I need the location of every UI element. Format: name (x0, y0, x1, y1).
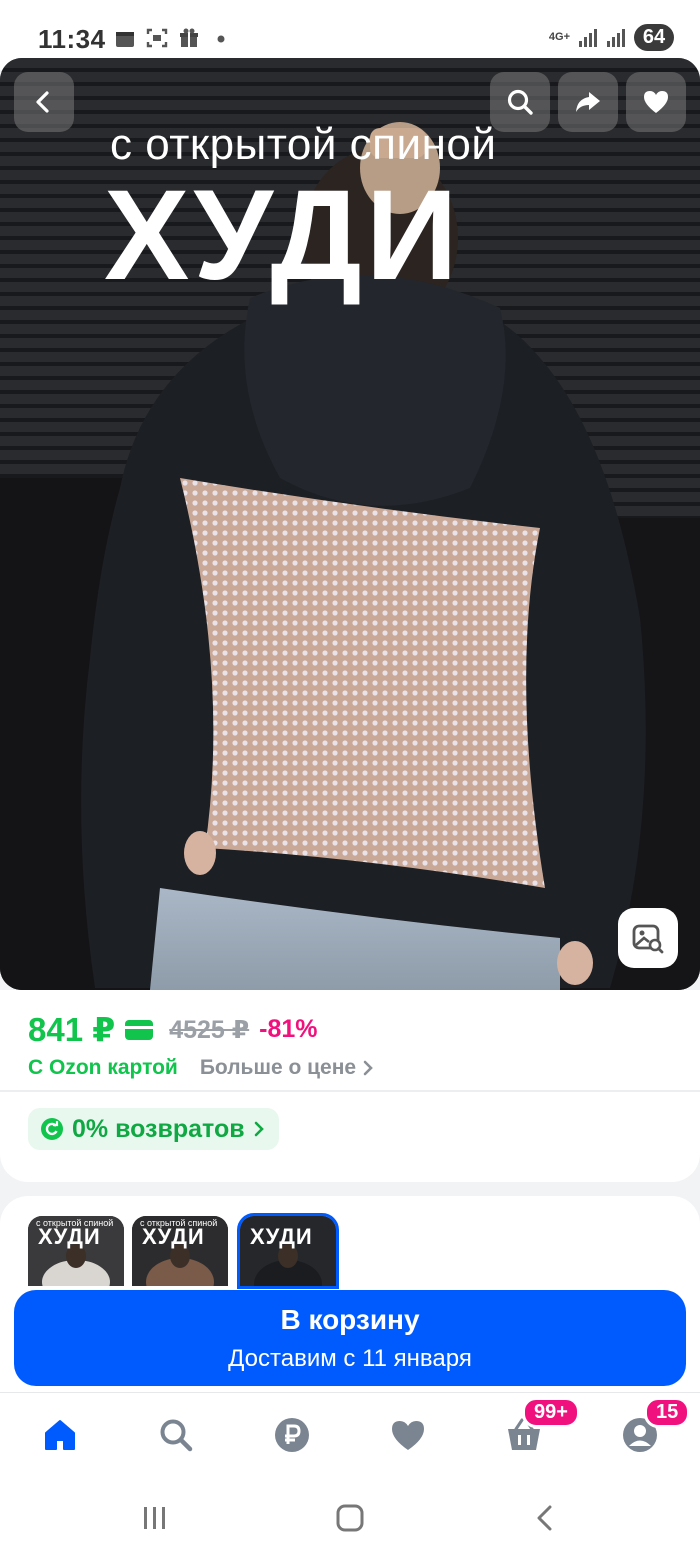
battery-indicator: 64 (634, 24, 674, 51)
share-button[interactable] (558, 72, 618, 132)
nav-profile[interactable]: 15 (616, 1397, 691, 1459)
product-page: 11:34 4G+ 64 с открытой спиной ХУДИ 841 … (0, 0, 700, 1556)
status-right: 4G+ 64 (549, 24, 674, 51)
signal-icon (579, 28, 597, 47)
back-icon (537, 1505, 552, 1531)
price-row: 841 ₽ 4525 ₽ -81% (28, 1010, 318, 1049)
image-search-button[interactable] (618, 908, 678, 968)
dot-icon (217, 35, 225, 43)
nav-cart[interactable]: 99+ (500, 1397, 580, 1459)
screenshot-icon (146, 28, 168, 48)
thumbnail-caption-big: ХУДИ (142, 1224, 205, 1249)
thumbnail-1[interactable]: с открытой спиной ХУДИ (28, 1216, 124, 1286)
home-button[interactable] (330, 1498, 370, 1538)
nav-home[interactable] (36, 1411, 84, 1459)
returns-icon (41, 1118, 63, 1140)
back-button[interactable] (14, 72, 74, 132)
returns-label: 0% возвратов (72, 1114, 245, 1143)
bottom-navigation: 99+ 15 (0, 1392, 700, 1476)
thumbnail-caption-big: ХУДИ (250, 1224, 313, 1249)
thumbnail-2[interactable]: с открытой спиной ХУДИ (132, 1216, 228, 1286)
gift-icon (180, 28, 198, 47)
search-icon (160, 1419, 193, 1452)
nav-finance[interactable] (268, 1411, 316, 1459)
back-icon (36, 91, 49, 113)
cart-badge: 99+ (522, 1397, 580, 1428)
signal-icon-2 (607, 28, 625, 47)
system-navigation (0, 1476, 700, 1556)
share-icon (576, 92, 600, 112)
status-left-icons (114, 27, 232, 49)
divider (0, 1090, 700, 1092)
ruble-icon (275, 1418, 309, 1452)
hero-caption-big: ХУДИ (104, 164, 462, 307)
price-old: 4525 ₽ (169, 1015, 250, 1044)
more-about-price-label: Больше о цене (199, 1056, 357, 1079)
nav-favorites[interactable] (384, 1411, 432, 1459)
add-to-cart-button[interactable]: В корзину Доставим с 11 января (14, 1290, 686, 1386)
search-button[interactable] (490, 72, 550, 132)
heart-icon (644, 91, 668, 113)
returns-chip[interactable]: 0% возвратов (28, 1108, 279, 1150)
chevron-right-icon (254, 1121, 264, 1137)
image-search-icon (632, 924, 664, 954)
back-button[interactable] (526, 1498, 566, 1538)
product-image[interactable]: с открытой спиной ХУДИ (0, 58, 700, 990)
ozon-card-label: С Ozon картой (28, 1056, 178, 1079)
price-discount: -81% (259, 1015, 318, 1043)
heart-icon (392, 1421, 424, 1450)
more-about-price-link[interactable]: Больше о цене (200, 1056, 374, 1080)
ozon-card-icon (125, 1019, 154, 1040)
price-current: 841 ₽ (28, 1011, 116, 1048)
price-card: 841 ₽ 4525 ₽ -81% С Ozon картой Больше о… (0, 990, 700, 1182)
ozon-card-row: С Ozon картой Больше о цене (28, 1056, 374, 1080)
calendar-icon (116, 32, 134, 47)
network-label: 4G+ (548, 31, 570, 43)
recents-button[interactable] (134, 1498, 174, 1538)
search-icon (507, 89, 533, 115)
add-to-cart-label: В корзину (280, 1304, 420, 1335)
thumbnail-caption-big: ХУДИ (38, 1224, 101, 1249)
profile-badge: 15 (644, 1397, 691, 1428)
home-icon (336, 1504, 364, 1532)
nav-search[interactable] (152, 1411, 200, 1459)
recents-icon (144, 1507, 165, 1529)
status-time: 11:34 (38, 24, 106, 54)
thumbnail-3-selected[interactable]: ХУДИ (237, 1213, 339, 1289)
chevron-right-icon (363, 1060, 373, 1076)
favorite-button[interactable] (626, 72, 686, 132)
hero-caption-small: с открытой спиной (110, 120, 497, 169)
home-icon (45, 1420, 75, 1450)
delivery-date-label: Доставим с 11 января (228, 1345, 472, 1372)
